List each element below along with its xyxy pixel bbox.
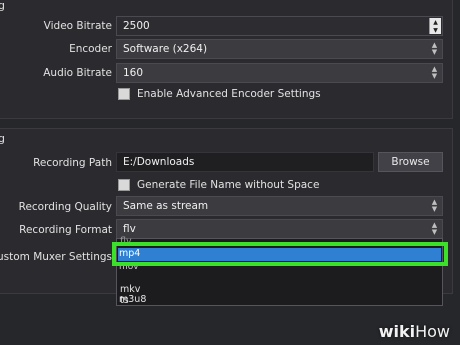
spinbox-arrows[interactable]: ▲ ▼ — [429, 18, 441, 34]
recording-path-label: Recording Path — [33, 157, 112, 169]
encoder-select[interactable]: Software (x264) ▲ ▼ — [116, 39, 443, 59]
browse-button[interactable]: Browse — [378, 152, 443, 172]
recording-format-label: Recording Format — [19, 224, 112, 236]
recording-quality-select[interactable]: Same as stream ▲ ▼ — [116, 196, 443, 216]
video-bitrate-value: 2500 — [123, 20, 150, 32]
wikihow-watermark: wikiHow — [379, 322, 450, 341]
recording-format-select[interactable]: flv ▲ ▼ — [116, 219, 443, 239]
recording-quality-value: Same as stream — [123, 200, 209, 212]
spin-up-icon[interactable]: ▲ — [430, 18, 441, 26]
no-space-checkbox[interactable] — [118, 179, 130, 191]
format-option[interactable]: m3u8 — [119, 294, 146, 305]
video-bitrate-spinbox[interactable]: 2500 ▲ ▼ — [116, 16, 443, 36]
audio-bitrate-label: Audio Bitrate — [43, 67, 112, 79]
audio-bitrate-select[interactable]: 160 ▲ ▼ — [116, 63, 443, 83]
updown-chevron-icon: ▲ ▼ — [431, 198, 438, 213]
encoder-label: Encoder — [69, 43, 112, 55]
no-space-checkbox-row[interactable]: Generate File Name without Space — [118, 179, 319, 191]
recording-path-input[interactable]: E:/Downloads — [116, 152, 374, 172]
advanced-encoder-label: Enable Advanced Encoder Settings — [137, 88, 321, 100]
recording-quality-label: Recording Quality — [18, 201, 112, 213]
updown-chevron-icon: ▲ ▼ — [431, 41, 438, 56]
section-title: g — [0, 132, 5, 145]
highlight-annotation-box — [112, 242, 448, 266]
custom-muxer-label: Custom Muxer Settings — [0, 251, 112, 263]
recording-format-value: flv — [123, 223, 136, 235]
watermark-wiki: wiki — [378, 322, 416, 341]
audio-bitrate-value: 160 — [123, 67, 144, 79]
advanced-encoder-checkbox-row[interactable]: Enable Advanced Encoder Settings — [118, 88, 321, 100]
advanced-encoder-checkbox[interactable] — [118, 88, 130, 100]
encoder-value: Software (x264) — [123, 43, 208, 55]
section-title: g — [0, 0, 5, 12]
updown-chevron-icon: ▲ ▼ — [431, 221, 438, 236]
recording-path-value: E:/Downloads — [123, 156, 195, 168]
watermark-how: How — [415, 322, 450, 341]
updown-chevron-icon: ▲ ▼ — [431, 65, 438, 80]
spin-down-icon[interactable]: ▼ — [430, 26, 441, 34]
video-bitrate-label: Video Bitrate — [43, 20, 112, 32]
no-space-label: Generate File Name without Space — [137, 179, 320, 191]
